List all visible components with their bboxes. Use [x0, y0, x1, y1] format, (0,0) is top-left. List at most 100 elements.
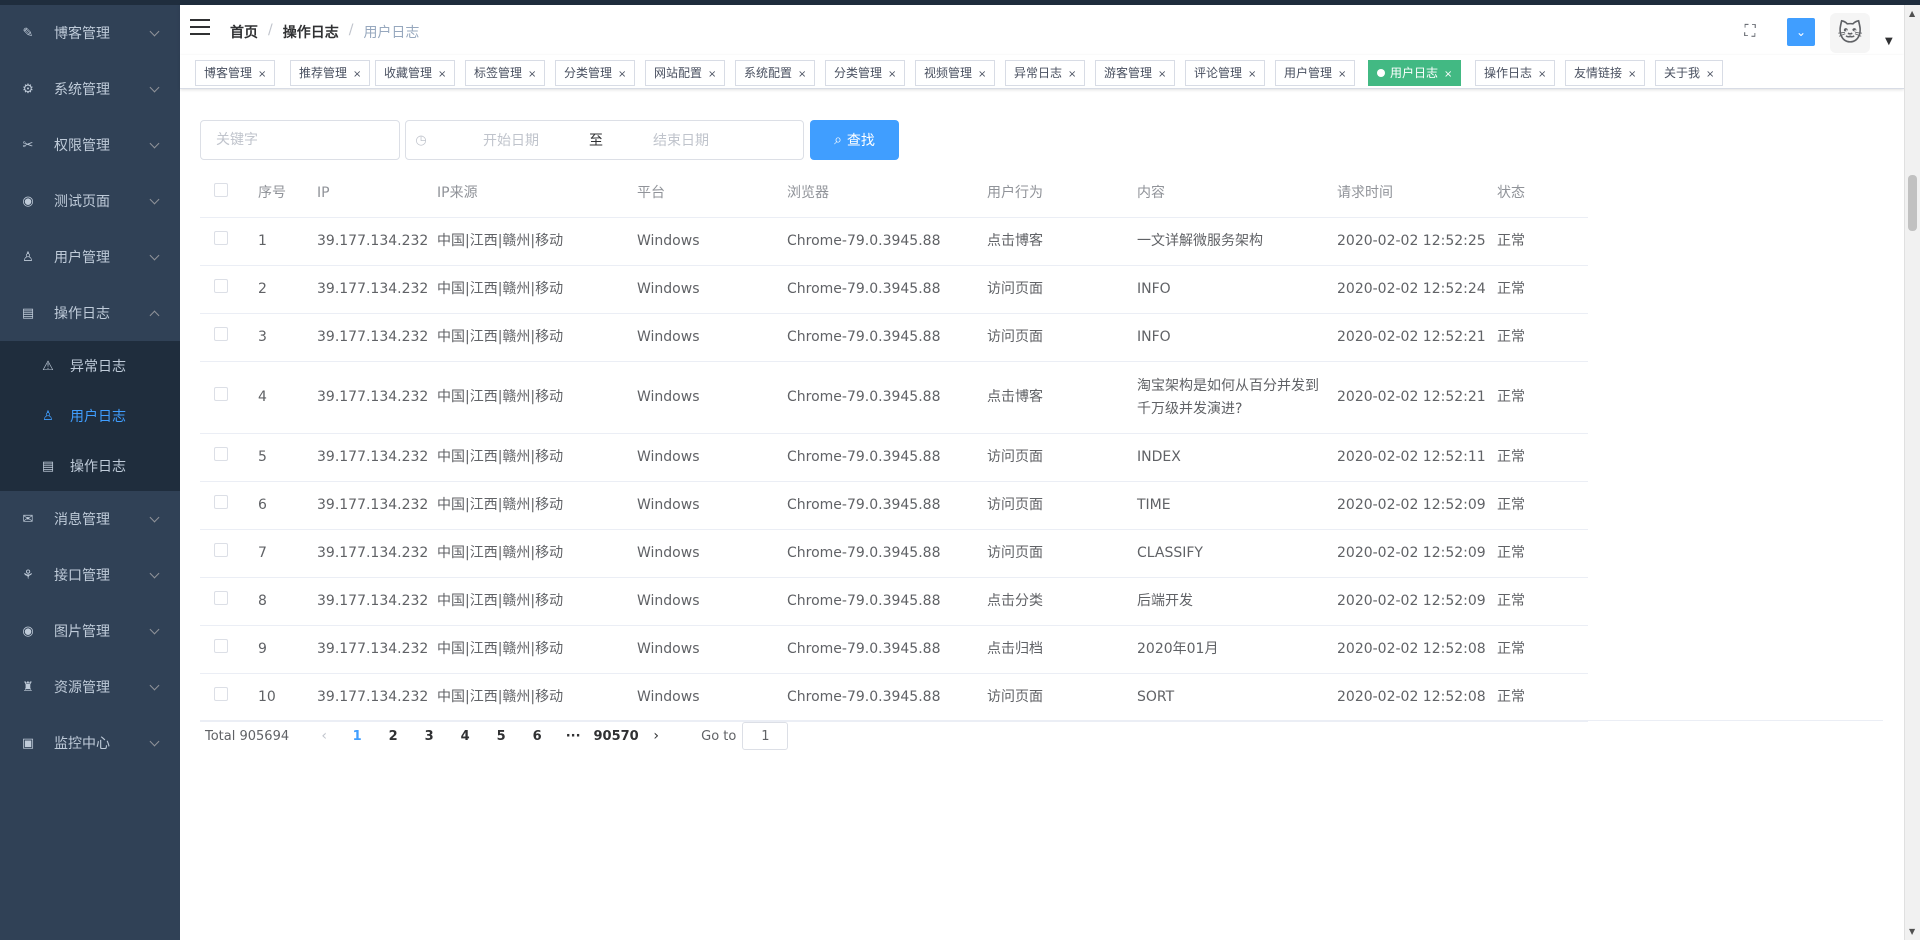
tag-item[interactable]: 分类管理 ×	[555, 60, 636, 86]
hamburger-menu-icon[interactable]	[190, 19, 210, 37]
page-number[interactable]: 6	[519, 729, 555, 744]
close-icon[interactable]: ×	[1068, 69, 1076, 80]
table-row[interactable]: 3 39.177.134.232 中国|江西|赣州|移动 Windows Chrome-…	[200, 314, 1588, 362]
close-icon[interactable]: ×	[708, 69, 716, 80]
sidebar-item[interactable]: ⚙ 系统管理	[0, 61, 180, 117]
page-number[interactable]: 4	[447, 729, 483, 744]
table-row[interactable]: 1 39.177.134.232 中国|江西|赣州|移动 Windows Chrome-…	[200, 218, 1588, 266]
goto-page-input[interactable]	[742, 722, 789, 750]
end-date-input[interactable]: 结束日期	[606, 130, 756, 150]
table-row[interactable]: 10 39.177.134.232 中国|江西|赣州|移动 Windows Chrome…	[200, 674, 1588, 722]
close-icon[interactable]: ×	[798, 69, 806, 80]
close-icon[interactable]: ×	[888, 69, 896, 80]
tag-item[interactable]: 分类管理 ×	[825, 60, 906, 86]
date-range-picker[interactable]: ◷ 开始日期 至 结束日期	[405, 120, 804, 160]
fullscreen-icon[interactable]: ⛶	[1740, 21, 1760, 41]
close-icon[interactable]: ×	[258, 69, 266, 80]
table-row[interactable]: 6 39.177.134.232 中国|江西|赣州|移动 Windows Chrome-…	[200, 482, 1588, 530]
page-number[interactable]: 1	[339, 729, 375, 744]
sidebar-item[interactable]: ♜ 资源管理	[0, 659, 180, 715]
table-row[interactable]: 8 39.177.134.232 中国|江西|赣州|移动 Windows Chrome-…	[200, 578, 1588, 626]
row-checkbox[interactable]	[214, 687, 228, 701]
sidebar-item[interactable]: ◉ 图片管理	[0, 603, 180, 659]
submenu-item[interactable]: ♙ 用户日志	[0, 391, 180, 441]
tag-item[interactable]: 友情链接 ×	[1565, 60, 1646, 86]
scroll-up-icon[interactable]: ▲	[1909, 9, 1915, 18]
page-number[interactable]: 2	[375, 729, 411, 744]
dropdown-button[interactable]: ⌄	[1787, 18, 1815, 46]
sidebar-item[interactable]: ▤ 操作日志	[0, 285, 180, 341]
page-ellipsis[interactable]: ···	[555, 729, 591, 744]
submenu-item[interactable]: ⚠ 异常日志	[0, 341, 180, 391]
sidebar-item[interactable]: ♙ 用户管理	[0, 229, 180, 285]
close-icon[interactable]: ×	[1338, 69, 1346, 80]
tag-item[interactable]: 异常日志 ×	[1005, 60, 1086, 86]
close-icon[interactable]: ×	[1538, 69, 1546, 80]
close-icon[interactable]: ×	[438, 69, 446, 80]
close-icon[interactable]: ×	[1248, 69, 1256, 80]
next-page-icon[interactable]: ›	[641, 728, 671, 744]
tag-item[interactable]: 收藏管理 ×	[375, 60, 456, 86]
tag-label: 分类管理	[834, 66, 883, 80]
prev-page-icon[interactable]: ‹	[309, 728, 339, 744]
tag-item[interactable]: 推荐管理 ×	[290, 60, 371, 86]
breadcrumb-home[interactable]: 首页	[230, 22, 258, 42]
row-checkbox[interactable]	[214, 591, 228, 605]
page-number[interactable]: 3	[411, 729, 447, 744]
caret-down-icon[interactable]: ▼	[1885, 36, 1893, 47]
row-checkbox[interactable]	[214, 639, 228, 653]
row-checkbox[interactable]	[214, 543, 228, 557]
tag-item[interactable]: 标签管理 ×	[465, 60, 546, 86]
close-icon[interactable]: ×	[978, 69, 986, 80]
row-checkbox[interactable]	[214, 279, 228, 293]
sidebar-item[interactable]: ✉ 消息管理	[0, 491, 180, 547]
row-checkbox[interactable]	[214, 231, 228, 245]
sidebar-item[interactable]: ⚘ 接口管理	[0, 547, 180, 603]
table-row[interactable]: 5 39.177.134.232 中国|江西|赣州|移动 Windows Chrome-…	[200, 434, 1588, 482]
search-button[interactable]: ⌕ 查找	[810, 120, 899, 160]
table-row[interactable]: 4 39.177.134.232 中国|江西|赣州|移动 Windows Chrome-…	[200, 362, 1588, 434]
page-last[interactable]: 90570	[591, 729, 641, 744]
close-icon[interactable]: ×	[1158, 69, 1166, 80]
breadcrumb-log[interactable]: 操作日志	[283, 22, 339, 42]
tag-label: 分类管理	[564, 66, 613, 80]
row-checkbox[interactable]	[214, 447, 228, 461]
tag-item[interactable]: 用户日志 ×	[1368, 60, 1462, 86]
tag-item[interactable]: 视频管理 ×	[915, 60, 996, 86]
tag-item[interactable]: 评论管理 ×	[1185, 60, 1266, 86]
table-cell: 2020年01月	[1137, 641, 1219, 657]
row-checkbox[interactable]	[214, 387, 228, 401]
tag-item[interactable]: 系统配置 ×	[735, 60, 816, 86]
close-icon[interactable]: ×	[528, 69, 536, 80]
tag-item[interactable]: 关于我 ×	[1655, 60, 1724, 86]
close-icon[interactable]: ×	[1444, 69, 1452, 80]
close-icon[interactable]: ×	[618, 69, 626, 80]
row-checkbox[interactable]	[214, 327, 228, 341]
tag-item[interactable]: 博客管理 ×	[195, 60, 276, 86]
sidebar-item[interactable]: ✎ 博客管理	[0, 5, 180, 61]
sidebar-item[interactable]: ▣ 监控中心	[0, 715, 180, 771]
select-all-checkbox[interactable]	[214, 183, 228, 197]
table-row[interactable]: 9 39.177.134.232 中国|江西|赣州|移动 Windows Chrome-…	[200, 626, 1588, 674]
close-icon[interactable]: ×	[1706, 69, 1714, 80]
scrollbar-thumb[interactable]	[1908, 175, 1917, 231]
page-number[interactable]: 5	[483, 729, 519, 744]
sidebar-item[interactable]: ✂ 权限管理	[0, 117, 180, 173]
avatar[interactable]: 🐱	[1830, 13, 1870, 53]
row-checkbox[interactable]	[214, 495, 228, 509]
keyword-input[interactable]	[200, 120, 400, 160]
scroll-down-icon[interactable]: ▼	[1909, 927, 1915, 936]
close-icon[interactable]: ×	[1628, 69, 1636, 80]
sidebar-item[interactable]: ◉ 测试页面	[0, 173, 180, 229]
api-icon: ⚘	[22, 567, 34, 583]
close-icon[interactable]: ×	[353, 69, 361, 80]
tag-item[interactable]: 用户管理 ×	[1275, 60, 1356, 86]
table-row[interactable]: 2 39.177.134.232 中国|江西|赣州|移动 Windows Chrome-…	[200, 266, 1588, 314]
table-row[interactable]: 7 39.177.134.232 中国|江西|赣州|移动 Windows Chrome-…	[200, 530, 1588, 578]
page-scrollbar[interactable]: ▲ ▼	[1904, 5, 1920, 940]
tag-item[interactable]: 操作日志 ×	[1475, 60, 1556, 86]
tag-item[interactable]: 网站配置 ×	[645, 60, 726, 86]
tag-item[interactable]: 游客管理 ×	[1095, 60, 1176, 86]
submenu-item[interactable]: ▤ 操作日志	[0, 441, 180, 491]
start-date-input[interactable]: 开始日期	[436, 130, 586, 150]
